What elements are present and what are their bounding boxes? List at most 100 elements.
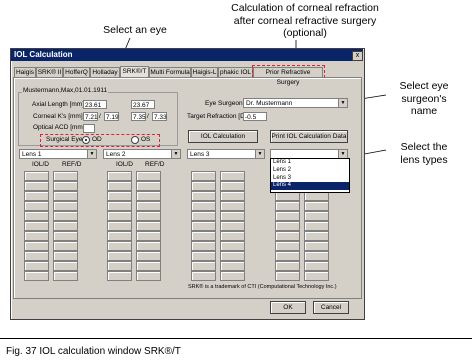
- result-cell: [275, 251, 300, 261]
- surgeon-select-value: Dr. Mustermann: [246, 100, 293, 107]
- result-cell: [53, 181, 78, 191]
- axial-length-os-field[interactable]: 23.67: [131, 100, 155, 109]
- tab-haigis[interactable]: Haigis: [14, 67, 36, 77]
- axial-length-od-field[interactable]: 23.61: [83, 100, 107, 109]
- result-cell: [24, 201, 49, 211]
- cancel-button[interactable]: Cancel: [313, 301, 349, 314]
- lens-option-selected[interactable]: Lens 4: [271, 182, 349, 191]
- result-cell: [304, 251, 329, 261]
- figure-caption: Fig. 37 IOL calculation window SRK®/T: [6, 346, 181, 357]
- result-cell: [24, 211, 49, 221]
- caption-rule: [0, 338, 472, 339]
- od-label: OD: [92, 136, 102, 143]
- lens-1-select[interactable]: Lens 1 ▼: [19, 149, 97, 159]
- os-label: OS: [141, 136, 151, 143]
- ref-d-header: REF/D: [62, 161, 82, 168]
- k-od-1-field[interactable]: 7.21: [83, 112, 98, 121]
- k-od-2-field[interactable]: 7.19: [104, 112, 119, 121]
- iol-d-header: IOL/D: [32, 161, 49, 168]
- result-cell: [53, 211, 78, 221]
- lens-option[interactable]: Lens 2: [271, 167, 349, 175]
- os-radio[interactable]: [131, 136, 139, 144]
- result-cell: [191, 191, 216, 201]
- chevron-down-icon: ▼: [87, 150, 96, 158]
- target-refraction-field[interactable]: -0.5: [243, 112, 267, 121]
- k-os-2-field[interactable]: 7.33: [152, 112, 167, 121]
- result-cell: [24, 261, 49, 271]
- optical-acd-od-field[interactable]: [83, 124, 95, 133]
- result-cell: [304, 201, 329, 211]
- result-cell: [24, 171, 49, 181]
- result-cell: [275, 261, 300, 271]
- print-iol-data-button[interactable]: Print IOL Calculation Data: [270, 130, 348, 143]
- surgeon-label: Eye Surgeon:: [205, 100, 245, 107]
- result-cell: [304, 211, 329, 221]
- result-cell: [220, 251, 245, 261]
- optical-acd-label: Optical ACD [mm]:: [33, 124, 87, 131]
- result-cell: [304, 231, 329, 241]
- tab-srk-ii[interactable]: SRK® II: [36, 67, 63, 77]
- result-cell: [107, 211, 132, 221]
- lens-3-select-value: Lens 3: [190, 151, 210, 158]
- result-cell: [136, 191, 161, 201]
- lens-3-select[interactable]: Lens 3 ▼: [187, 149, 265, 159]
- result-cell: [191, 271, 216, 281]
- result-cell: [53, 251, 78, 261]
- result-cell: [136, 221, 161, 231]
- result-cell: [191, 221, 216, 231]
- result-cell: [136, 171, 161, 181]
- lens-option[interactable]: Lens 1: [271, 159, 349, 167]
- lens-1-select-value: Lens 1: [22, 151, 42, 158]
- iol-calculation-button[interactable]: IOL Calculation: [188, 130, 258, 143]
- ok-button[interactable]: OK: [270, 301, 306, 314]
- k-os-1-field[interactable]: 7.35: [131, 112, 146, 121]
- result-cell: [220, 191, 245, 201]
- result-cell: [53, 241, 78, 251]
- result-cell: [24, 241, 49, 251]
- axial-length-label: Axial Length [mm]:: [32, 101, 86, 108]
- result-cell: [191, 231, 216, 241]
- result-cell: [136, 271, 161, 281]
- result-cell: [191, 181, 216, 191]
- result-cell: [107, 191, 132, 201]
- result-cell: [107, 231, 132, 241]
- corneal-k-label: Corneal K's [mm]:: [33, 113, 85, 120]
- result-cell: [220, 211, 245, 221]
- result-cell: [220, 261, 245, 271]
- lens-dropdown-list: Lens 1 Lens 2 Lens 3 Lens 4: [270, 158, 350, 193]
- result-cell: [304, 221, 329, 231]
- result-cell: [220, 231, 245, 241]
- result-cell: [53, 171, 78, 181]
- result-cell: [136, 231, 161, 241]
- tab-haigis-l[interactable]: Haigis-L: [191, 67, 218, 77]
- surgeon-select[interactable]: Dr. Mustermann ▼: [243, 98, 348, 108]
- chevron-down-icon: ▼: [255, 150, 264, 158]
- tab-phakic-iol[interactable]: phakic IOL: [218, 67, 253, 77]
- result-cell: [107, 181, 132, 191]
- lens-2-select[interactable]: Lens 2 ▼: [103, 149, 181, 159]
- patient-group-label: Mustermann,Max,01.01.1911: [22, 87, 109, 94]
- tab-multi-formula[interactable]: Multi Formula: [149, 67, 191, 77]
- ref-d-header: REF/D: [145, 161, 165, 168]
- result-cell: [53, 231, 78, 241]
- result-cell: [304, 261, 329, 271]
- lens-option[interactable]: Lens 3: [271, 175, 349, 183]
- result-cell: [107, 271, 132, 281]
- result-cell: [107, 171, 132, 181]
- close-button[interactable]: x: [352, 51, 363, 61]
- result-cell: [220, 171, 245, 181]
- result-cell: [220, 201, 245, 211]
- tab-hofferq[interactable]: HofferQ: [63, 67, 90, 77]
- result-cell: [275, 211, 300, 221]
- result-cell: [107, 221, 132, 231]
- result-cell: [53, 271, 78, 281]
- result-cell: [53, 261, 78, 271]
- result-cell: [275, 231, 300, 241]
- iol-d-header: IOL/D: [116, 161, 133, 168]
- tab-holladay[interactable]: Holladay: [90, 67, 120, 77]
- result-cell: [136, 211, 161, 221]
- result-cell: [24, 221, 49, 231]
- result-cell: [275, 241, 300, 251]
- chevron-down-icon: ▼: [338, 150, 347, 158]
- result-cell: [136, 181, 161, 191]
